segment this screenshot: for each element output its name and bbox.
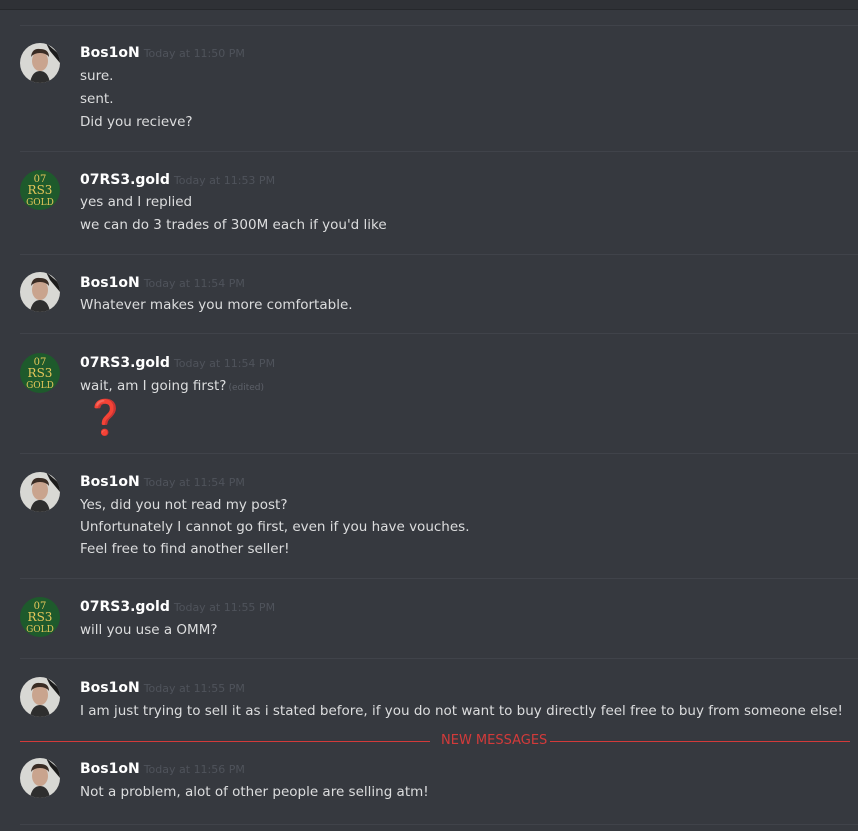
message-divider (20, 824, 858, 825)
07rs3-gold-logo-avatar[interactable]: 07 RS3 GOLD (20, 353, 60, 393)
svg-text:GOLD: GOLD (26, 625, 54, 635)
svg-text:RS3: RS3 (28, 366, 53, 380)
message-author[interactable]: Bos1oN (80, 275, 140, 291)
message-author[interactable]: 07RS3.gold (80, 599, 170, 615)
message-divider (20, 25, 858, 26)
red-question-mark-emoji[interactable]: ❓ (84, 401, 126, 435)
message-author[interactable]: Bos1oN (80, 474, 140, 490)
message-timestamp: Today at 11:56 PM (143, 763, 245, 776)
message-text: sent. (80, 91, 114, 107)
message-author[interactable]: Bos1oN (80, 761, 140, 777)
bosion-avatar[interactable] (20, 677, 60, 717)
message-divider (20, 333, 858, 334)
07rs3-gold-logo-avatar[interactable]: 07 RS3 GOLD (20, 170, 60, 210)
message-timestamp: Today at 11:54 PM (143, 476, 245, 489)
message-text: Feel free to find another seller! (80, 541, 290, 557)
edited-label: (edited) (228, 383, 265, 393)
message-text: will you use a OMM? (80, 622, 218, 638)
message-text: sure. (80, 68, 114, 84)
bosion-avatar[interactable] (20, 43, 60, 83)
new-messages-divider: NEW MESSAGES (20, 732, 850, 750)
message-divider (20, 578, 858, 579)
svg-text:GOLD: GOLD (26, 198, 54, 208)
message-author[interactable]: 07RS3.gold (80, 355, 170, 371)
message-divider (20, 151, 858, 152)
message-text: yes and I replied (80, 194, 193, 210)
message-text: Unfortunately I cannot go first, even if… (80, 519, 470, 535)
message-timestamp: Today at 11:53 PM (173, 174, 276, 187)
message-author[interactable]: 07RS3.gold (80, 172, 170, 188)
message-divider (20, 658, 858, 659)
svg-text:RS3: RS3 (28, 183, 53, 197)
message-divider (20, 453, 858, 454)
message-author[interactable]: Bos1oN (80, 680, 140, 696)
message-text: Did you recieve? (80, 114, 193, 130)
message-timestamp: Today at 11:55 PM (173, 601, 276, 614)
top-toolbar-edge (0, 0, 858, 10)
message-text: Whatever makes you more comfortable. (80, 297, 353, 313)
svg-text:RS3: RS3 (28, 610, 53, 624)
message-divider (20, 254, 858, 255)
message-text: Not a problem, alot of other people are … (80, 784, 429, 800)
bosion-avatar[interactable] (20, 758, 60, 798)
message-timestamp: Today at 11:50 PM (143, 47, 245, 60)
bosion-avatar[interactable] (20, 472, 60, 512)
svg-text:GOLD: GOLD (26, 381, 54, 391)
bosion-avatar[interactable] (20, 272, 60, 312)
message-text: wait, am I going first? (80, 378, 227, 394)
message-text: Yes, did you not read my post? (80, 497, 288, 513)
message-timestamp: Today at 11:54 PM (173, 357, 276, 370)
message-text: we can do 3 trades of 300M each if you'd… (80, 217, 387, 233)
message-timestamp: Today at 11:54 PM (143, 277, 245, 290)
new-messages-label: NEW MESSAGES (439, 732, 550, 750)
message-timestamp: Today at 11:55 PM (143, 682, 245, 695)
message-author[interactable]: Bos1oN (80, 45, 140, 61)
message-text: I am just trying to sell it as i stated … (80, 703, 843, 719)
07rs3-gold-logo-avatar[interactable]: 07 RS3 GOLD (20, 597, 60, 637)
